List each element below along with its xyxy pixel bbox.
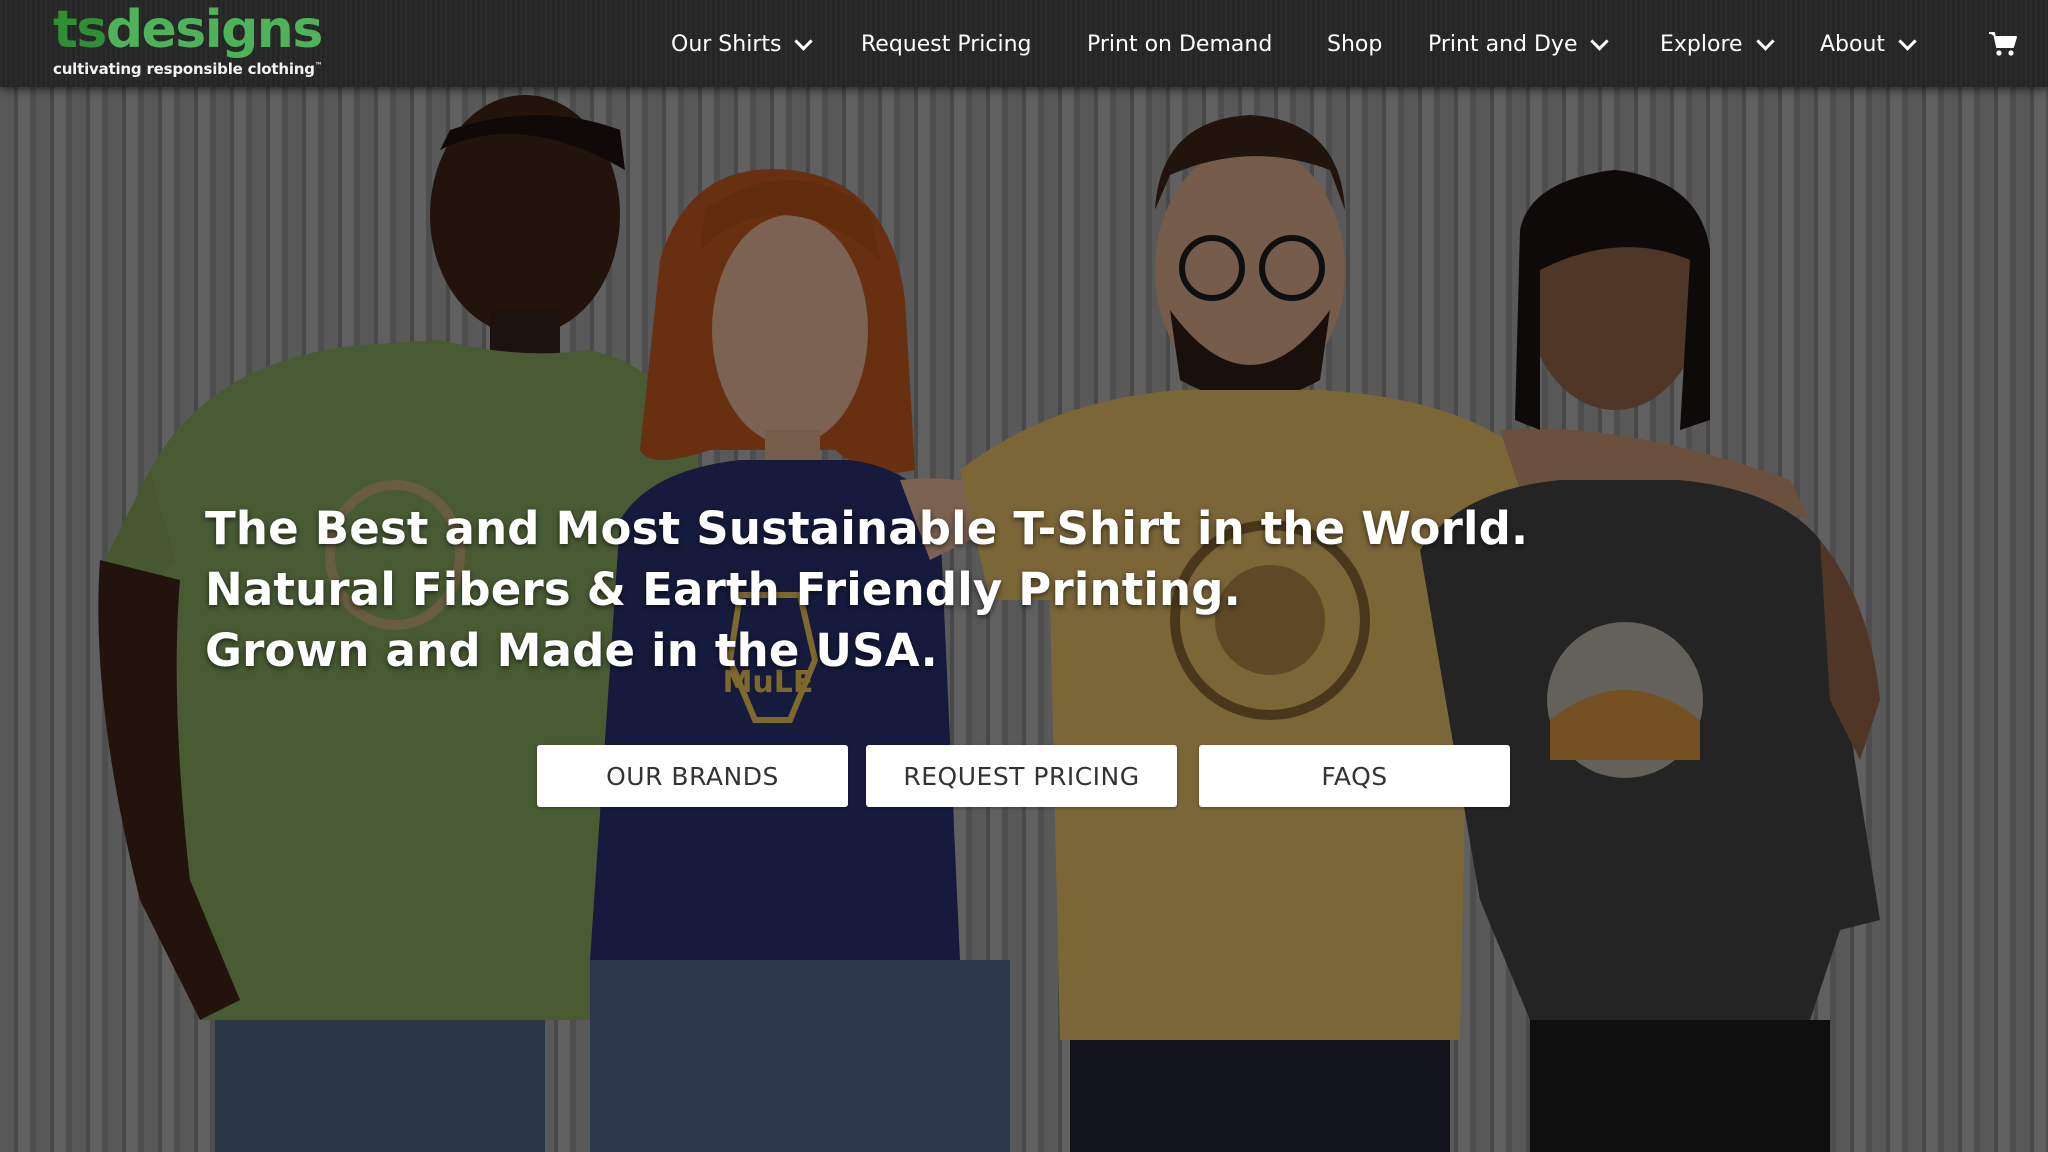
- our-brands-button[interactable]: OUR BRANDS: [537, 745, 848, 807]
- logo-designs: designs: [105, 0, 323, 60]
- nav-item-label: Shop: [1327, 31, 1383, 57]
- chevron-down-icon: [794, 31, 814, 51]
- nav-item-explore[interactable]: Explore: [1660, 28, 1775, 60]
- logo-ts: ts: [53, 0, 107, 60]
- trademark-mark: ™: [314, 61, 323, 70]
- nav-item-label: About: [1820, 31, 1886, 57]
- nav-item-label: Print and Dye: [1428, 31, 1578, 57]
- hero-headline-line-3: Grown and Made in the USA.: [205, 624, 938, 677]
- nav-item-label: Explore: [1660, 31, 1743, 57]
- hero-headline: The Best and Most Sustainable T-Shirt in…: [205, 498, 1705, 681]
- hero-headline-line-1: The Best and Most Sustainable T-Shirt in…: [205, 502, 1529, 555]
- request-pricing-button[interactable]: REQUEST PRICING: [866, 745, 1177, 807]
- logo-tagline-text: cultivating responsible clothing: [53, 60, 315, 78]
- site-header: tsdesigns cultivating responsible clothi…: [0, 0, 2048, 87]
- nav-item-print-and-dye[interactable]: Print and Dye: [1428, 28, 1610, 60]
- chevron-down-icon: [1590, 31, 1610, 51]
- nav-item-print-on-demand[interactable]: Print on Demand: [1087, 28, 1272, 60]
- shopping-cart-icon[interactable]: [1988, 30, 2018, 58]
- logo-tagline: cultivating responsible clothing™: [53, 60, 323, 78]
- chevron-down-icon: [1755, 31, 1775, 51]
- nav-item-label: Our Shirts: [671, 31, 782, 57]
- logo-wordmark: tsdesigns: [53, 0, 323, 60]
- nav-item-request-pricing[interactable]: Request Pricing: [861, 28, 1032, 60]
- hero-headline-line-2: Natural Fibers & Earth Friendly Printing…: [205, 563, 1241, 616]
- site-logo[interactable]: tsdesigns cultivating responsible clothi…: [53, 0, 323, 78]
- nav-item-label: Print on Demand: [1087, 31, 1273, 57]
- faqs-button[interactable]: FAQS: [1199, 745, 1510, 807]
- chevron-down-icon: [1898, 31, 1917, 51]
- nav-item-our-shirts[interactable]: Our Shirts: [671, 28, 814, 60]
- hero-section: MuLE The Best and Most Sustainable T-Shi…: [0, 0, 2048, 1152]
- nav-item-label: Request Pricing: [861, 31, 1032, 57]
- nav-item-shop[interactable]: Shop: [1327, 28, 1382, 60]
- nav-item-about[interactable]: About: [1820, 28, 1917, 60]
